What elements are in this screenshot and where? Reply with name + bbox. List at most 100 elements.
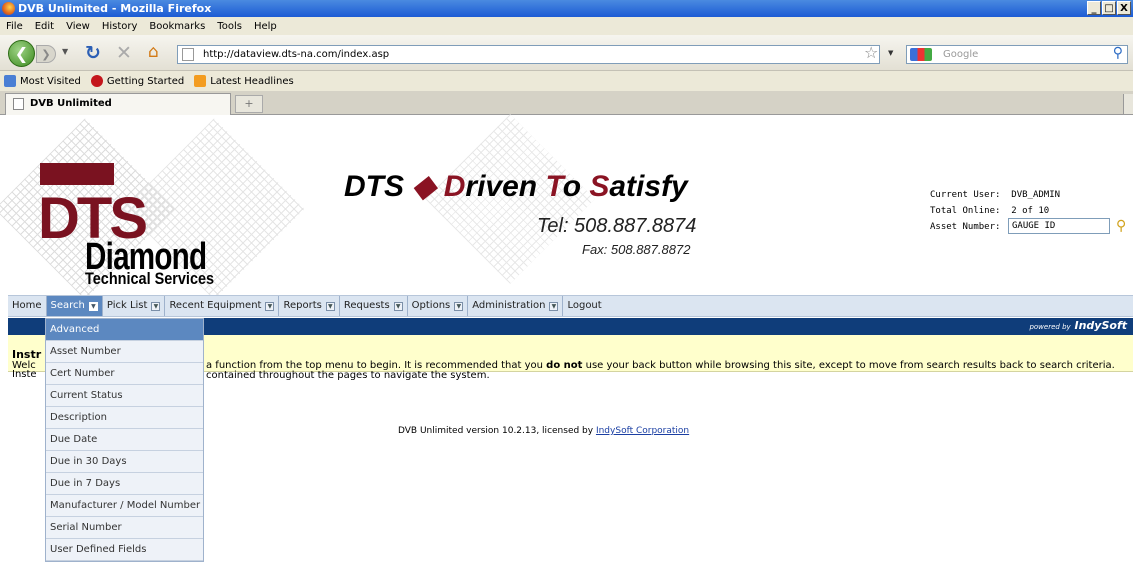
search-box[interactable]: Google ⚲ xyxy=(906,45,1128,64)
bookmark-most-visited[interactable]: Most Visited xyxy=(20,76,81,87)
menu-logout-label: Logout xyxy=(567,300,602,311)
dropdown-icon[interactable]: ▼ xyxy=(325,301,335,311)
slogan-diamond: ◆ xyxy=(412,170,444,203)
reload-icon[interactable]: ↻ xyxy=(85,42,101,64)
bookmark-latest-headlines[interactable]: Latest Headlines xyxy=(210,76,294,87)
rss-icon xyxy=(194,75,207,87)
key-icon[interactable]: ⚲ xyxy=(1116,218,1126,234)
tab-scroll-button[interactable] xyxy=(1123,94,1133,114)
indysoft-link[interactable]: IndySoft Corporation xyxy=(596,426,689,436)
menu-administration-label: Administration xyxy=(472,300,546,311)
bookmark-getting-started[interactable]: Getting Started xyxy=(107,76,184,87)
menu-file[interactable]: File xyxy=(6,21,23,32)
firefox-icon xyxy=(2,2,15,15)
close-button[interactable]: X xyxy=(1117,1,1131,15)
menu-options-label: Options xyxy=(411,300,451,311)
slogan-atisfy: atisfy xyxy=(609,170,688,203)
menu-history[interactable]: History xyxy=(102,21,138,32)
url-dropdown-icon[interactable]: ▼ xyxy=(888,49,893,57)
dropdown-item-description[interactable]: Description xyxy=(46,407,203,429)
menu-help[interactable]: Help xyxy=(254,21,277,32)
total-online-value: 2 of 10 xyxy=(1011,206,1050,216)
instructions-line2-start: Inste xyxy=(12,369,37,380)
instructions-emphasis: do not xyxy=(546,360,583,371)
search-placeholder: Google xyxy=(943,49,979,60)
tab-dvb-unlimited[interactable]: DVB Unlimited xyxy=(5,93,231,115)
slogan-dts: DTS xyxy=(344,170,413,203)
url-text: http://dataview.dts-na.com/index.asp xyxy=(203,49,390,60)
menu-search[interactable]: Search ▼ xyxy=(46,296,103,316)
maximize-button[interactable]: □ xyxy=(1102,1,1116,15)
current-user-label: Current User: xyxy=(930,190,1001,200)
dropdown-item-due-in-7-days[interactable]: Due in 7 Days xyxy=(46,473,203,495)
bookmark-star-icon[interactable]: ☆ xyxy=(864,43,878,62)
dropdown-item-current-status[interactable]: Current Status xyxy=(46,385,203,407)
menu-requests[interactable]: Requests ▼ xyxy=(340,296,408,316)
powered-by-indysoft: powered by IndySoft xyxy=(1029,319,1127,332)
logo-bar xyxy=(40,163,114,185)
window-title-bar: DVB Unlimited - Mozilla Firefox _ □ X xyxy=(0,0,1133,17)
main-menu: Home Search ▼ Pick List ▼ Recent Equipment… xyxy=(8,295,1133,317)
menu-reports-label: Reports xyxy=(283,300,322,311)
menu-view[interactable]: View xyxy=(66,21,90,32)
asset-number-label: Asset Number: xyxy=(930,222,1001,232)
dropdown-icon[interactable]: ▼ xyxy=(393,301,403,311)
home-icon[interactable]: ⌂ xyxy=(148,42,159,62)
search-dropdown-menu: Advanced Asset Number Cert Number Curren… xyxy=(45,318,204,562)
menu-edit[interactable]: Edit xyxy=(35,21,54,32)
stop-icon[interactable]: ✕ xyxy=(116,42,132,64)
dropdown-item-due-in-30-days[interactable]: Due in 30 Days xyxy=(46,451,203,473)
url-bar[interactable]: http://dataview.dts-na.com/index.asp xyxy=(177,45,880,64)
menu-administration[interactable]: Administration ▼ xyxy=(468,296,564,316)
page-content: DTS Diamond Technical Services DTS ◆ Dri… xyxy=(0,114,1133,562)
dropdown-icon[interactable]: ▼ xyxy=(151,301,161,311)
dropdown-icon[interactable]: ▼ xyxy=(265,301,275,311)
menu-pick-list-label: Pick List xyxy=(106,300,148,311)
footer-text: DVB Unlimited version 10.2.13, licensed … xyxy=(398,426,596,436)
dropdown-item-serial-number[interactable]: Serial Number xyxy=(46,517,203,539)
menu-reports[interactable]: Reports ▼ xyxy=(279,296,340,316)
menu-options[interactable]: Options ▼ xyxy=(408,296,469,316)
slogan: DTS ◆ Driven To Satisfy xyxy=(344,170,688,204)
dropdown-item-user-defined-fields[interactable]: User Defined Fields xyxy=(46,539,203,561)
instructions-line2: contained throughout the pages to naviga… xyxy=(206,370,490,381)
menu-home[interactable]: Home xyxy=(8,296,47,316)
menu-tools[interactable]: Tools xyxy=(217,21,242,32)
navigation-toolbar: ❮ ❯ ▼ ↻ ✕ ⌂ http://dataview.dts-na.com/i… xyxy=(0,35,1133,71)
back-button[interactable]: ❮ xyxy=(8,40,35,67)
getting-started-icon xyxy=(90,75,103,87)
menu-bookmarks[interactable]: Bookmarks xyxy=(149,21,205,32)
dropdown-item-manufacturer-model[interactable]: Manufacturer / Model Number xyxy=(46,495,203,517)
page-icon xyxy=(182,48,194,61)
minimize-button[interactable]: _ xyxy=(1087,1,1101,15)
menu-home-label: Home xyxy=(12,300,42,311)
powered-by-label: powered by xyxy=(1029,323,1071,331)
tab-title: DVB Unlimited xyxy=(30,98,112,109)
total-online-label: Total Online: xyxy=(930,206,1001,216)
slogan-o: o xyxy=(562,170,590,203)
dropdown-icon[interactable]: ▼ xyxy=(549,301,559,311)
google-icon[interactable] xyxy=(910,48,932,61)
dropdown-item-cert-number[interactable]: Cert Number xyxy=(46,363,203,385)
slogan-d: D xyxy=(443,170,466,203)
new-tab-button[interactable]: + xyxy=(235,95,263,113)
dropdown-item-advanced[interactable]: Advanced xyxy=(46,319,203,341)
dropdown-icon[interactable]: ▼ xyxy=(88,301,98,311)
dropdown-icon[interactable]: ▼ xyxy=(454,301,464,311)
dropdown-item-asset-number[interactable]: Asset Number xyxy=(46,341,203,363)
dropdown-item-due-date[interactable]: Due Date xyxy=(46,429,203,451)
phone-number: Tel: 508.887.8874 xyxy=(537,215,697,237)
window-title: DVB Unlimited - Mozilla Firefox xyxy=(18,2,212,15)
history-dropdown-icon[interactable]: ▼ xyxy=(62,47,68,56)
menu-recent-equipment[interactable]: Recent Equipment ▼ xyxy=(165,296,280,316)
menu-pick-list[interactable]: Pick List ▼ xyxy=(103,296,166,316)
asset-number-input[interactable]: GAUGE ID xyxy=(1008,218,1110,234)
search-icon[interactable]: ⚲ xyxy=(1113,45,1123,62)
slogan-t: T xyxy=(545,170,563,203)
menu-logout[interactable]: Logout xyxy=(563,296,605,316)
forward-button[interactable]: ❯ xyxy=(36,45,56,63)
menu-recent-equipment-label: Recent Equipment xyxy=(169,300,262,311)
page-icon xyxy=(13,98,24,110)
bookmarks-toolbar: Most Visited Getting Started Latest Head… xyxy=(0,71,1133,91)
slogan-s: S xyxy=(589,170,610,203)
